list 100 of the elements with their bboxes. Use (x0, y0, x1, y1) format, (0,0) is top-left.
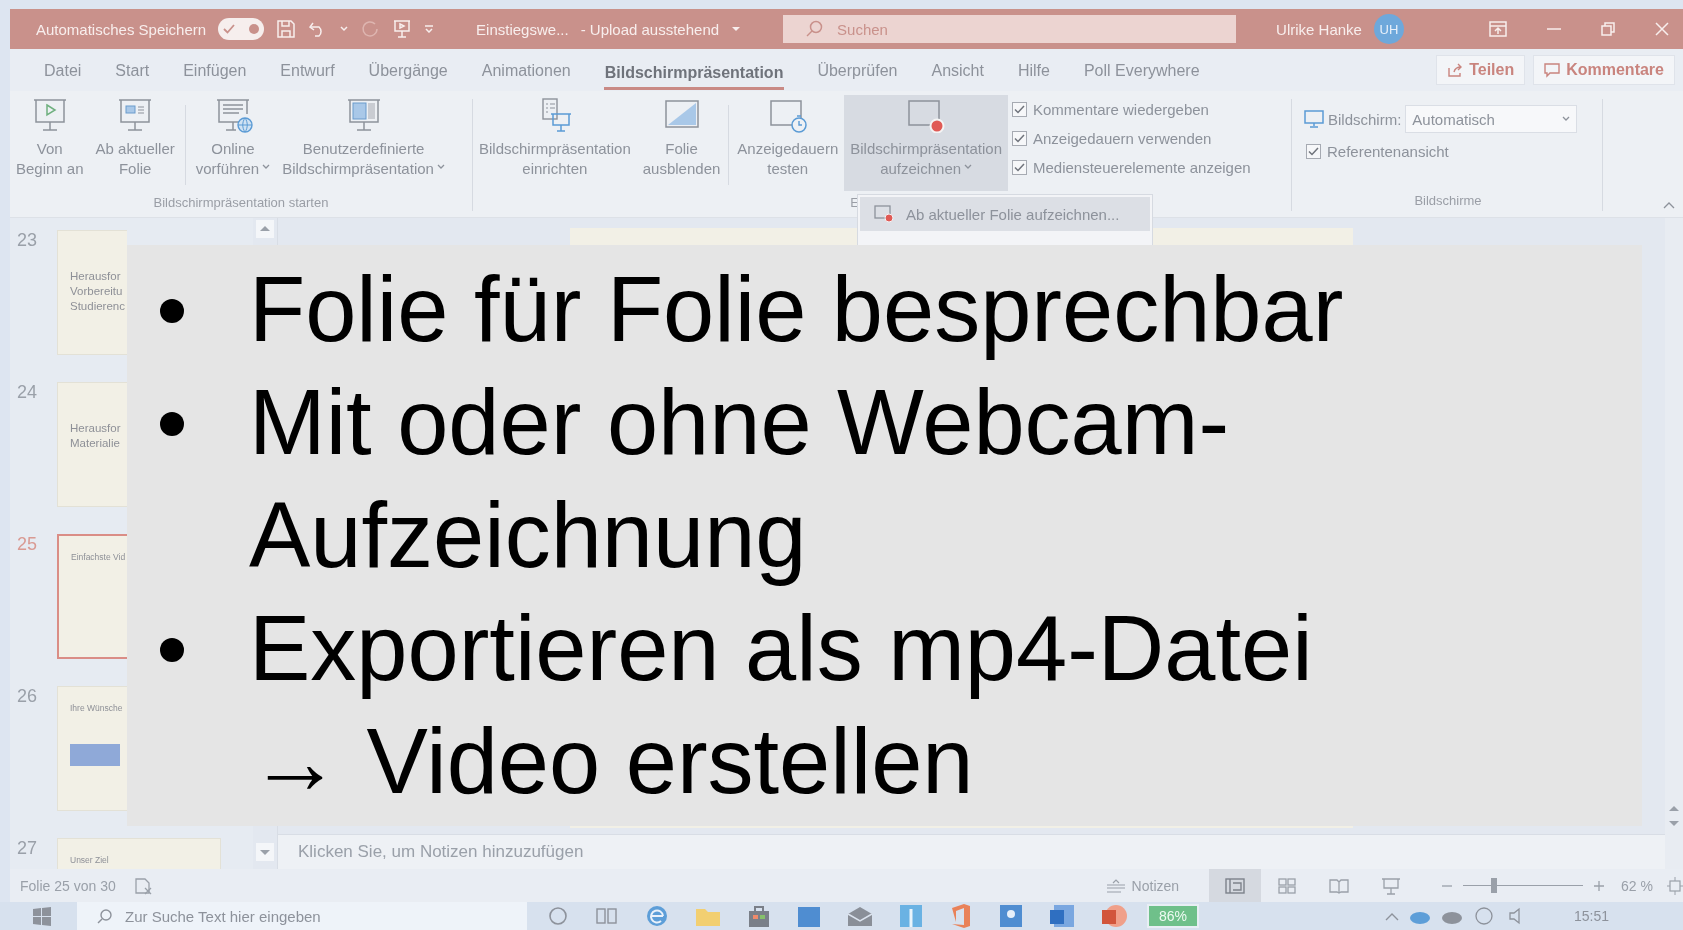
record-button[interactable]: Bildschirmpräsentation aufzeichnen (844, 95, 1008, 191)
app-tile-icon[interactable] (999, 904, 1023, 928)
thumbnail-text: Vorbereitu (70, 284, 123, 299)
comments-button[interactable]: Kommentare (1533, 55, 1675, 85)
customize-caret-icon[interactable] (424, 25, 435, 33)
notes-field[interactable]: Klicken Sie, um Notizen hinzuzufügen (278, 834, 1665, 869)
command-button[interactable]: Benutzerdefinierte Bildschirmpräsentation (276, 95, 451, 191)
slide-thumbnail[interactable]: Herausfor Vorbereitu Studierenc (57, 230, 127, 355)
task-view-icon[interactable] (595, 906, 619, 926)
toggle-knob-icon (249, 24, 260, 34)
slide-thumbnail[interactable]: Herausfor Materialie (57, 382, 127, 507)
command-button[interactable]: Online vorführen (189, 95, 277, 191)
shopping-bag-icon[interactable] (747, 904, 771, 928)
checkbox[interactable]: Referentenansicht (1306, 143, 1578, 160)
thumbnail-text: Herausfor (70, 421, 121, 436)
share-button[interactable]: Teilen (1436, 55, 1526, 85)
scroll-down-icon[interactable] (1668, 819, 1680, 829)
collapse-ribbon-icon[interactable] (1663, 201, 1675, 209)
command-button[interactable]: Anzeigedauern testen (731, 95, 845, 191)
menu-item[interactable]: Ab aktueller Folie aufzeichnen... (860, 197, 1150, 231)
timer-screen-icon (767, 97, 808, 133)
app-tile-icon[interactable] (797, 904, 821, 928)
scroll-up-button[interactable] (256, 220, 274, 238)
ribbon-tab[interactable]: Überprüfen (800, 53, 915, 91)
zoom-in-icon[interactable] (1593, 879, 1606, 892)
bullet-dot (160, 638, 184, 662)
restore-icon[interactable] (1601, 22, 1615, 36)
notes-button[interactable]: Notizen (1105, 877, 1180, 894)
slide-number: 23 (15, 230, 37, 252)
zoom-slider-thumb[interactable] (1491, 878, 1498, 893)
check-icon (1014, 134, 1025, 143)
ribbon-display-icon[interactable] (1489, 21, 1507, 37)
monitor-icon (1304, 110, 1324, 128)
checkbox[interactable]: Anzeigedauern verwenden (1012, 130, 1251, 147)
caret-icon[interactable] (340, 26, 349, 32)
ribbon-tab[interactable]: Entwurf (263, 53, 352, 91)
thumbnail-text: Herausfor (70, 269, 121, 284)
bullet-text: Folie für Folie besprechbar (249, 257, 1345, 362)
autosave-toggle[interactable] (218, 18, 265, 40)
command-button[interactable]: Ab aktueller Folie (89, 95, 181, 191)
user-avatar[interactable]: UH (1373, 14, 1404, 44)
thumbnail-text: Unser Ziel (70, 854, 109, 867)
book-icon (1329, 876, 1350, 895)
search-icon[interactable] (547, 905, 569, 927)
command-button[interactable]: Von Beginn an (10, 95, 90, 191)
slide-number: 27 (15, 838, 37, 860)
word-icon[interactable] (1049, 904, 1075, 928)
monitor-dropdown[interactable]: Automatisch (1405, 105, 1578, 133)
slide-thumbnail[interactable]: Unser Ziel (57, 838, 221, 869)
scroll-down-button[interactable] (256, 843, 274, 861)
ribbon-tab[interactable]: Übergänge (351, 53, 465, 91)
ribbon-tab[interactable]: Ansicht (914, 53, 1001, 91)
caret-icon[interactable] (731, 26, 742, 32)
powerpoint-icon[interactable] (1101, 904, 1127, 928)
check-icon (223, 24, 236, 34)
ribbon-tab[interactable]: Start (98, 53, 167, 91)
upload-status[interactable]: - Upload ausstehend (580, 20, 720, 38)
share-icon (1447, 62, 1464, 78)
command-button[interactable]: Folie ausblenden (636, 95, 727, 191)
bullet-dot (160, 299, 184, 323)
slide-thumbnail[interactable]: Einfachste Vid (57, 534, 127, 659)
clock-time[interactable]: 15:51 (1573, 908, 1609, 924)
ribbon-tab[interactable]: Datei (27, 53, 99, 91)
office-icon[interactable] (949, 903, 973, 929)
bullet-text: Exportieren als mp4-Datei → Video erstellen (249, 596, 1314, 814)
slide-thumbnail[interactable]: Ihre Wünsche (57, 686, 127, 811)
scroll-up-icon[interactable] (1668, 803, 1680, 813)
check-icon (1308, 147, 1319, 156)
ribbon-tab[interactable]: Einfügen (166, 53, 264, 91)
spellcheck-icon[interactable] (133, 876, 154, 895)
slide-number: 25 (15, 534, 37, 556)
caret-icon (1562, 116, 1571, 122)
command-button[interactable]: Bildschirmpräsentation einrichten (473, 95, 637, 191)
windows-logo-icon[interactable] (32, 906, 52, 926)
check-icon (1014, 163, 1025, 172)
ribbon-tab[interactable]: Poll Everywhere (1066, 53, 1217, 91)
fit-to-window-icon[interactable] (1667, 876, 1683, 895)
close-icon[interactable] (1655, 22, 1669, 36)
app-tile-icon[interactable] (899, 904, 923, 928)
search-icon (805, 20, 824, 38)
zoom-percent[interactable]: 62 % (1621, 877, 1653, 894)
presentation-icon[interactable] (392, 19, 413, 39)
envelope-icon[interactable] (847, 905, 873, 927)
battery-level: 86% (1147, 904, 1200, 928)
search-field[interactable]: Suchen (783, 15, 1237, 43)
checkbox[interactable]: Kommentare wiedergeben (1012, 101, 1251, 118)
caret-icon (262, 164, 271, 171)
save-icon[interactable] (276, 19, 297, 39)
document-title[interactable]: Einstiegswe... (476, 20, 569, 38)
browser-icon[interactable] (645, 904, 669, 928)
monitor-label: Bildschirm: (1328, 110, 1402, 128)
checkbox[interactable]: Mediensteuerelemente anzeigen (1012, 159, 1251, 176)
ribbon-tab[interactable]: Animationen (464, 53, 588, 91)
slide-number: 26 (15, 686, 37, 708)
notes-icon (1105, 878, 1126, 893)
ribbon-tab[interactable]: Hilfe (1000, 53, 1067, 91)
taskbar-search-field[interactable]: Zur Suche Text hier eingeben (77, 902, 527, 930)
slide-number: 24 (15, 382, 37, 404)
view-button[interactable] (1209, 869, 1262, 902)
diagram-block (70, 744, 120, 766)
